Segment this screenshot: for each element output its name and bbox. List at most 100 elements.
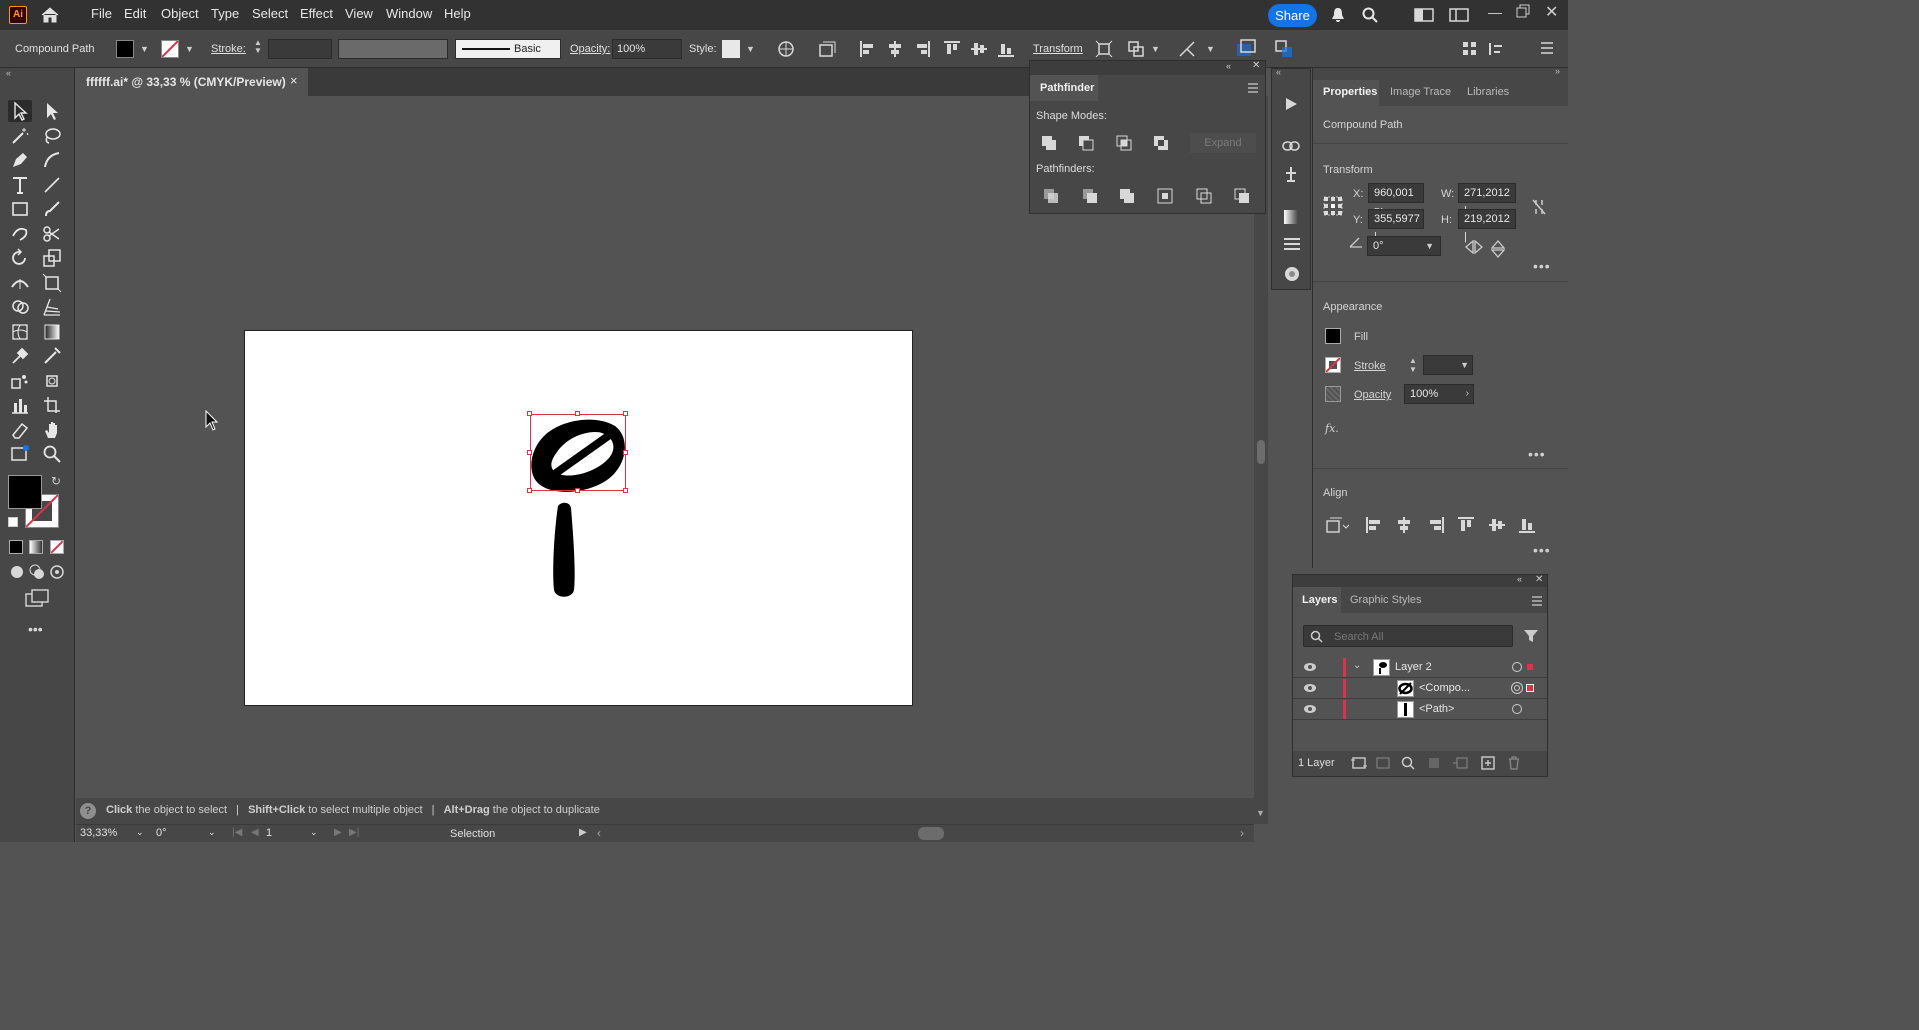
chevron-down-icon[interactable]: ▼: [1206, 44, 1215, 54]
selection-indicator[interactable]: [1526, 684, 1534, 692]
tab-graphic-styles[interactable]: Graphic Styles: [1350, 594, 1422, 606]
clipping-mask-icon[interactable]: [1427, 756, 1441, 770]
minus-back-icon[interactable]: [1233, 187, 1253, 205]
arrange-icon[interactable]: [1273, 38, 1295, 60]
align-top-icon[interactable]: [943, 40, 961, 58]
rotate-view-field[interactable]: 0° ⌄: [156, 827, 220, 842]
align-center-icon[interactable]: [886, 40, 904, 58]
magic-wand-tool-icon[interactable]: [8, 125, 32, 147]
layer-row[interactable]: <Path>: [1293, 699, 1547, 720]
x-field[interactable]: 960,001 p:: [1368, 183, 1424, 217]
puppet-warp-icon[interactable]: [1178, 40, 1196, 58]
more-options-icon[interactable]: •••: [1528, 446, 1546, 462]
restore-icon[interactable]: [1516, 4, 1530, 18]
crop-icon[interactable]: [1156, 187, 1176, 205]
opacity-field[interactable]: 100%: [612, 39, 682, 59]
collapse-icon[interactable]: «: [6, 68, 11, 78]
stroke-none-swatch[interactable]: [161, 40, 179, 58]
target-icon[interactable]: [1511, 682, 1523, 694]
more-options-icon[interactable]: •••: [1533, 258, 1551, 274]
resize-handle[interactable]: [623, 450, 628, 455]
collapse-icon[interactable]: «: [1517, 574, 1522, 584]
resize-handle[interactable]: [623, 411, 628, 416]
swap-fill-stroke-icon[interactable]: ↻: [51, 474, 61, 488]
scroll-left-icon[interactable]: ‹: [597, 826, 601, 840]
align-middle-icon[interactable]: [970, 40, 988, 58]
zoom-tool-icon[interactable]: [40, 443, 64, 465]
target-icon[interactable]: [1512, 662, 1522, 672]
chevron-down-icon[interactable]: ⌄: [1353, 660, 1361, 671]
stroke-swatch[interactable]: [1325, 357, 1341, 373]
resize-handle[interactable]: [575, 411, 580, 416]
expand-button[interactable]: Expand: [1190, 133, 1256, 153]
artboard-navigation-field[interactable]: 1 ⌄: [266, 827, 322, 842]
close-icon[interactable]: ✕: [1535, 574, 1543, 585]
column-graph-tool-icon[interactable]: [8, 394, 32, 416]
toggle-screen-mode-icon[interactable]: [8, 443, 32, 465]
scale-tool-icon[interactable]: [40, 247, 64, 269]
mesh-tool-icon[interactable]: [8, 321, 32, 343]
document-tab[interactable]: ffffff.ai* @ 33,33 % (CMYK/Preview) ×: [76, 68, 308, 96]
chevron-down-icon[interactable]: ▼: [1460, 356, 1469, 374]
resize-handle[interactable]: [527, 411, 532, 416]
minus-front-icon[interactable]: [1077, 134, 1097, 152]
draw-inside-icon[interactable]: [49, 564, 65, 580]
path-artwork[interactable]: [550, 502, 578, 599]
opacity-field[interactable]: 100% ›: [1404, 384, 1474, 404]
workspace-icon[interactable]: [1414, 8, 1434, 22]
chevron-down-icon[interactable]: ▼: [746, 44, 755, 54]
eye-icon[interactable]: [1303, 662, 1317, 672]
rectangle-tool-icon[interactable]: [8, 198, 32, 220]
distribute-icon[interactable]: [1488, 41, 1504, 57]
hand-tool-icon[interactable]: [40, 419, 64, 441]
draw-behind-icon[interactable]: [29, 564, 45, 580]
layer-row[interactable]: <Compo...: [1293, 678, 1547, 699]
intersect-icon[interactable]: [1115, 134, 1135, 152]
menu-type[interactable]: Type: [211, 6, 239, 21]
align-bottom-icon[interactable]: [997, 40, 1015, 58]
paintbrush-tool-icon[interactable]: [40, 198, 64, 220]
menu-view[interactable]: View: [345, 6, 373, 21]
align-bottom-icon[interactable]: [1518, 516, 1536, 534]
bell-icon[interactable]: [1329, 6, 1347, 24]
slice-tool-icon[interactable]: [40, 394, 64, 416]
align-left-icon[interactable]: [1365, 516, 1383, 534]
layer-row[interactable]: ⌄ Layer 2: [1293, 657, 1547, 678]
fill-color-box[interactable]: [8, 475, 42, 509]
menu-lines-icon[interactable]: [1540, 40, 1554, 56]
chevron-down-icon[interactable]: ▼: [140, 44, 149, 54]
horizontal-scroll-thumb[interactable]: [918, 827, 944, 840]
artboard[interactable]: [244, 330, 913, 706]
expand-icon[interactable]: «: [1276, 67, 1281, 77]
menu-effect[interactable]: Effect: [300, 6, 333, 21]
none-mode-icon[interactable]: [50, 540, 64, 554]
stroke-label[interactable]: Stroke: [1354, 360, 1386, 372]
fill-swatch[interactable]: [116, 40, 134, 58]
eraser-tool-icon[interactable]: [8, 419, 32, 441]
lasso-tool-icon[interactable]: [40, 125, 64, 147]
menu-object[interactable]: Object: [161, 6, 199, 21]
divide-icon[interactable]: [1042, 187, 1062, 205]
h-field[interactable]: 219,2012 |: [1458, 209, 1516, 243]
collect-export-icon[interactable]: [1351, 756, 1367, 770]
chevron-down-icon[interactable]: ▼: [1256, 808, 1265, 818]
links-icon[interactable]: [1282, 139, 1300, 153]
transform-link[interactable]: Transform: [1033, 43, 1083, 55]
opacity-label[interactable]: Opacity: [1354, 389, 1391, 401]
collapse-icon[interactable]: «: [1226, 61, 1231, 71]
previous-artboard-icon[interactable]: ◀: [251, 827, 259, 838]
chevron-down-icon[interactable]: ⌄: [208, 827, 216, 838]
y-field[interactable]: 355,5977 |: [1368, 209, 1424, 243]
close-tab-icon[interactable]: ×: [290, 73, 298, 88]
eye-icon[interactable]: [1303, 704, 1317, 714]
direct-selection-tool-icon[interactable]: [40, 100, 64, 122]
align-middle-icon[interactable]: [1488, 516, 1506, 534]
actions-play-icon[interactable]: [1283, 96, 1299, 112]
fill-swatch[interactable]: [1325, 328, 1341, 344]
shape-builder-icon[interactable]: [1127, 40, 1145, 58]
width-tool-icon[interactable]: [8, 272, 32, 294]
perspective-grid-tool-icon[interactable]: [40, 296, 64, 318]
image-trace-icon[interactable]: [1235, 38, 1257, 60]
eyedropper-tool-icon[interactable]: [8, 345, 32, 367]
chevron-down-icon[interactable]: ▼: [1151, 44, 1160, 54]
